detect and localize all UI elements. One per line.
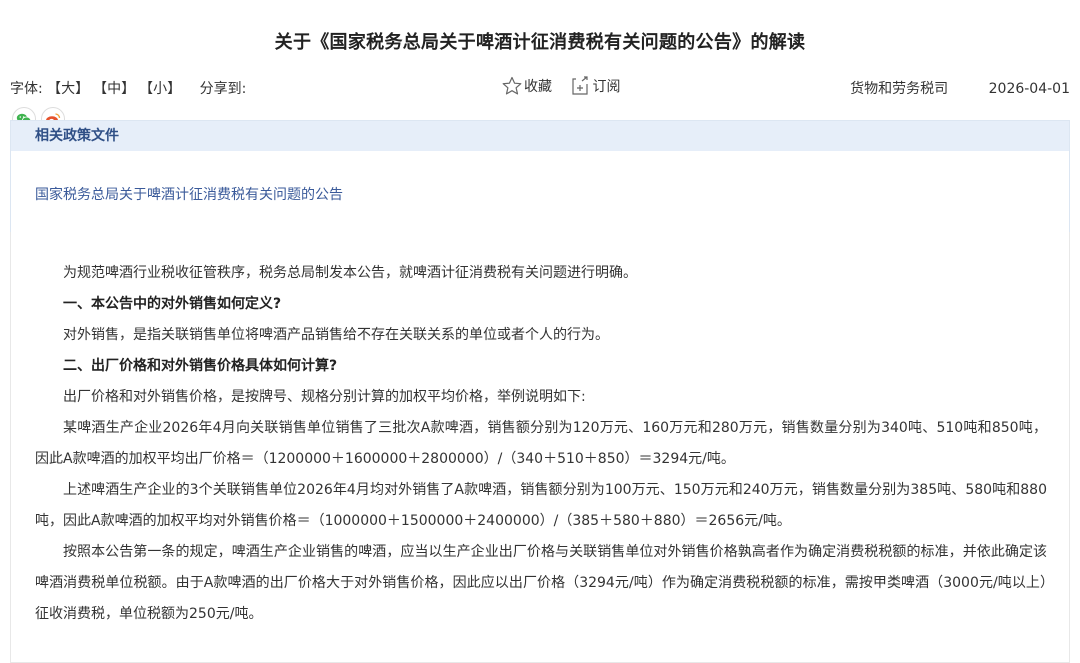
favorite-button[interactable]: 收藏 bbox=[502, 76, 552, 96]
subscribe-label: 订阅 bbox=[592, 79, 621, 95]
font-size-label: 字体: bbox=[10, 81, 43, 97]
section-heading-2: 二、出厂价格和对外销售价格具体如何计算? bbox=[63, 358, 338, 374]
related-policy-link[interactable]: 国家税务总局关于啤酒计征消费税有关问题的公告 bbox=[35, 184, 343, 204]
font-size-small-button[interactable]: 【小】 bbox=[139, 78, 181, 98]
publish-date: 2026-04-01 bbox=[988, 81, 1070, 97]
article-body: 为规范啤酒行业税收征管秩序，税务总局制发本公告，就啤酒计征消费税有关问题进行明确… bbox=[10, 232, 1070, 663]
related-policy-box: 相关政策文件 国家税务总局关于啤酒计征消费税有关问题的公告 bbox=[10, 120, 1070, 234]
section-heading-1: 一、本公告中的对外销售如何定义? bbox=[63, 296, 282, 312]
paragraph-tax-rule: 按照本公告第一条的规定，啤酒生产企业销售的啤酒，应当以生产企业出厂价格与关联销售… bbox=[35, 544, 1047, 622]
share-label: 分享到: bbox=[199, 81, 247, 97]
paragraph-price-intro: 出厂价格和对外销售价格，是按牌号、规格分别计算的加权平均价格，举例说明如下: bbox=[63, 389, 586, 405]
article-toolbar: 字体: 【大】 【中】 【小】 分享到: 收藏 订阅 货物和劳务税司 2026-04… bbox=[0, 76, 1080, 100]
subscribe-button[interactable]: 订阅 bbox=[570, 76, 620, 96]
paragraph-example-factory-price: 某啤酒生产企业2026年4月向关联销售单位销售了三批次A款啤酒，销售额分别为12… bbox=[35, 420, 1047, 467]
favorite-label: 收藏 bbox=[524, 79, 552, 95]
article-actions: 收藏 订阅 bbox=[502, 76, 634, 100]
paragraph-intro: 为规范啤酒行业税收征管秩序，税务总局制发本公告，就啤酒计征消费税有关问题进行明确… bbox=[63, 265, 637, 281]
subscribe-icon bbox=[572, 76, 589, 95]
article-meta: 货物和劳务税司 2026-04-01 bbox=[850, 78, 1070, 98]
font-size-controls: 字体: 【大】 【中】 【小】 分享到: bbox=[10, 78, 246, 98]
related-policy-heading: 相关政策文件 bbox=[11, 121, 1069, 151]
page-title: 关于《国家税务总局关于啤酒计征消费税有关问题的公告》的解读 bbox=[274, 32, 806, 53]
paragraph-definition: 对外销售，是指关联销售单位将啤酒产品销售给不存在关联关系的单位或者个人的行为。 bbox=[63, 327, 609, 343]
paragraph-example-external-price: 上述啤酒生产企业的3个关联销售单位2026年4月均对外销售了A款啤酒，销售额分别… bbox=[35, 482, 1047, 529]
star-icon bbox=[502, 76, 522, 95]
font-size-medium-button[interactable]: 【中】 bbox=[93, 78, 135, 98]
font-size-large-button[interactable]: 【大】 bbox=[47, 78, 89, 98]
department-name: 货物和劳务税司 bbox=[850, 81, 949, 97]
